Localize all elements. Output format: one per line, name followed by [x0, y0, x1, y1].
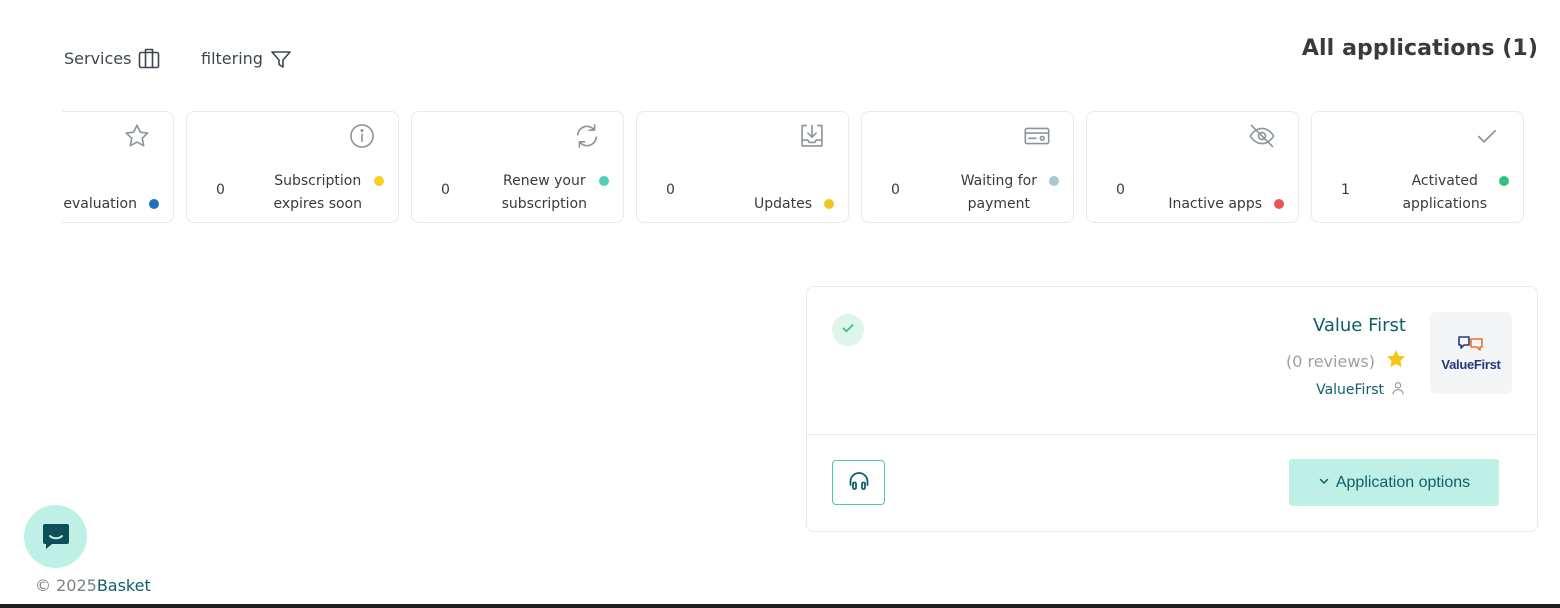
chat-button[interactable]: [24, 505, 87, 568]
app-logo: ValueFirst: [1430, 312, 1512, 394]
status-card-count: 1: [1341, 182, 1350, 198]
status-dot: [824, 199, 834, 209]
download-tray-icon: [798, 122, 826, 154]
refresh-icon: [573, 122, 601, 154]
status-cards-strip: evaluation 0 Subscription expires soon 0…: [62, 110, 1537, 224]
status-card-renew-subscription[interactable]: 0 Renew your subscription: [411, 111, 624, 223]
status-dot: [1274, 199, 1284, 209]
status-card-label: Renew your subscription: [501, 173, 587, 212]
page-root: Services filtering All applications (1): [0, 0, 1560, 608]
status-dot: [599, 176, 609, 186]
status-card-count: 0: [216, 182, 225, 198]
active-status-badge: [832, 314, 864, 346]
copyright-text: © 2025: [35, 576, 97, 595]
status-card-inactive-apps[interactable]: 0 Inactive apps: [1086, 111, 1299, 223]
services-label: Services: [64, 48, 132, 68]
status-card-waiting-payment[interactable]: 0 Waiting for payment: [861, 111, 1074, 223]
info-icon: [348, 122, 376, 154]
status-card-expires-soon[interactable]: 0 Subscription expires soon: [186, 111, 399, 223]
filtering-link[interactable]: filtering: [201, 46, 293, 70]
filtering-label: filtering: [201, 48, 263, 68]
star-icon: [1385, 348, 1407, 374]
reviews-count: (0 reviews): [1286, 351, 1375, 371]
status-card-count: 0: [1116, 182, 1125, 198]
status-dot: [1499, 176, 1509, 186]
status-dot: [1049, 176, 1059, 186]
eye-off-icon: [1248, 122, 1276, 154]
check-icon: [840, 320, 856, 340]
status-dot: [374, 176, 384, 186]
status-card-label: Activated applications: [1402, 173, 1487, 212]
payment-card-icon: [1023, 122, 1051, 154]
status-dot: [149, 199, 159, 209]
headphones-icon: [847, 469, 871, 497]
status-card-label: Waiting for payment: [960, 173, 1037, 212]
status-card-evaluation[interactable]: evaluation: [62, 111, 174, 223]
status-card-activated[interactable]: 1 Activated applications: [1311, 111, 1524, 223]
status-card-updates[interactable]: 0 Updates: [636, 111, 849, 223]
bottom-bar: [0, 604, 1560, 608]
application-options-label: Application options: [1335, 473, 1471, 491]
status-card-count: 0: [891, 182, 900, 198]
app-logo-text: ValueFirst: [1441, 356, 1501, 372]
filter-icon: [269, 46, 293, 70]
status-card-label: Subscription expires soon: [273, 173, 362, 212]
status-card-count: 0: [441, 182, 450, 198]
rating-row: (0 reviews): [1286, 348, 1407, 374]
vendor-link[interactable]: ValueFirst: [1316, 382, 1384, 398]
page-title: All applications (1): [1301, 36, 1538, 61]
status-card-count: 0: [666, 182, 675, 198]
brand-link[interactable]: Basket: [97, 576, 151, 595]
status-card-label: Inactive apps: [1168, 196, 1262, 212]
support-button[interactable]: [832, 460, 885, 505]
chevron-down-icon: [1318, 474, 1330, 492]
app-name-link[interactable]: Value First: [1313, 315, 1406, 336]
status-card-label: Updates: [754, 196, 812, 212]
app-card: Value First (0 reviews) ValueFirst Value…: [806, 286, 1538, 532]
copyright: © 2025Basket: [35, 576, 151, 595]
check-icon: [1473, 122, 1501, 154]
vendor-row: ValueFirst: [1316, 380, 1406, 400]
user-icon: [1390, 380, 1406, 400]
status-card-label: evaluation: [63, 196, 137, 212]
briefcase-icon: [137, 46, 161, 70]
card-divider: [807, 434, 1537, 435]
chat-icon: [41, 520, 71, 554]
application-options-button[interactable]: Application options: [1289, 459, 1499, 506]
services-link[interactable]: Services: [64, 46, 161, 70]
speech-bubbles-icon: [1456, 335, 1486, 357]
star-icon: [123, 122, 151, 154]
